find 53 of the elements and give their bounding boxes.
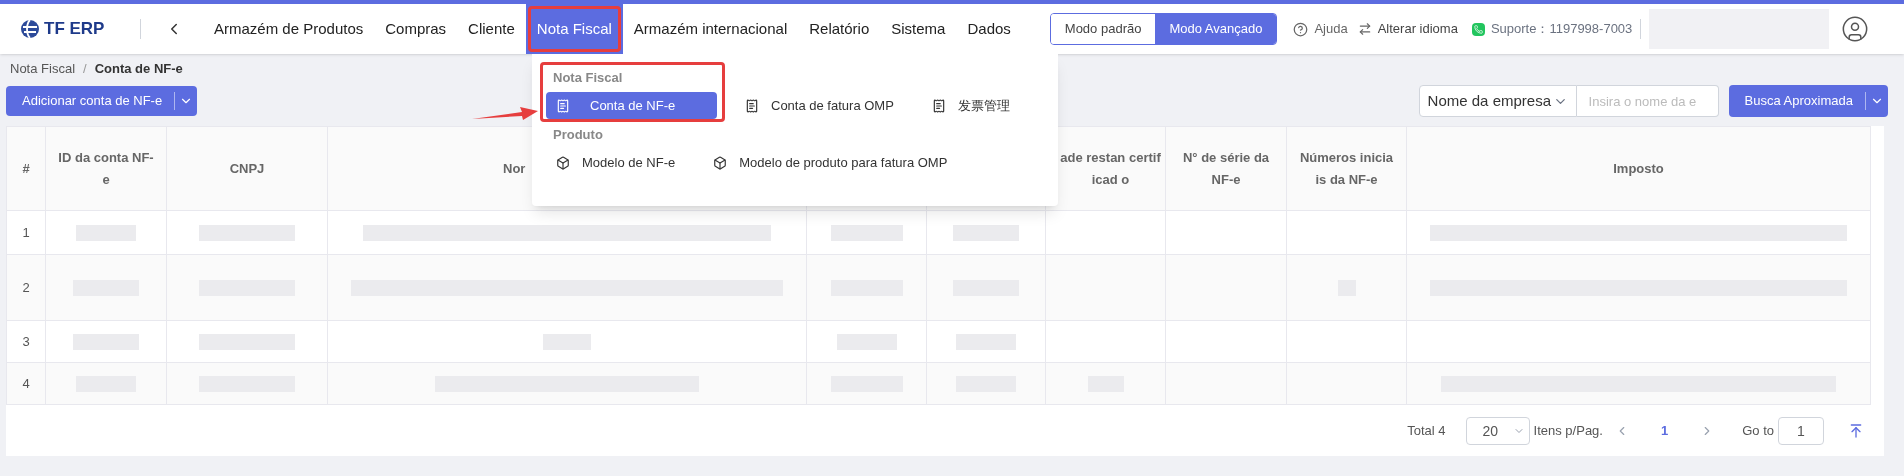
mode-toggle[interactable]: Modo Avançado bbox=[1155, 14, 1277, 44]
nav-tab[interactable]: Sistema bbox=[880, 4, 957, 54]
breadcrumb-separator: / bbox=[83, 60, 87, 79]
nav-tab[interactable]: Dados bbox=[956, 4, 1022, 54]
nav-tab[interactable]: Cliente bbox=[457, 4, 526, 54]
globe-logo-icon bbox=[20, 19, 40, 39]
receipt-icon bbox=[745, 98, 759, 113]
row-number: 2 bbox=[7, 255, 46, 320]
swap-icon bbox=[1357, 22, 1372, 36]
back-to-top-icon[interactable] bbox=[1848, 423, 1864, 439]
avatar-icon[interactable] bbox=[1841, 15, 1870, 43]
column-header: ID da conta NF-e bbox=[46, 127, 167, 210]
nav-tab[interactable]: Compras bbox=[374, 4, 458, 54]
column-header: Números iniciais da NF-e bbox=[1287, 127, 1407, 210]
logo-text: TF ERP bbox=[44, 18, 105, 41]
column-header: N° de série da NF-e bbox=[1166, 127, 1287, 210]
menu-item[interactable]: 发票管理 bbox=[921, 92, 1020, 119]
nav-tab[interactable]: Armazém de Produtos bbox=[203, 4, 375, 54]
language-link[interactable]: Alterar idioma bbox=[1377, 19, 1458, 39]
row-number: 1 bbox=[7, 211, 46, 254]
page-size-select[interactable]: 20 bbox=[1465, 417, 1530, 445]
goto-input[interactable]: 1 bbox=[1778, 417, 1824, 445]
phone-icon bbox=[1471, 22, 1485, 36]
receipt-icon bbox=[931, 98, 946, 113]
box-icon bbox=[556, 155, 570, 170]
box-icon bbox=[713, 155, 728, 170]
breadcrumb-current: Conta de NF-e bbox=[94, 60, 183, 79]
search-input[interactable]: Insira o nome da e bbox=[1576, 85, 1719, 117]
receipt-icon bbox=[556, 98, 570, 113]
goto-label: Go to bbox=[1742, 422, 1774, 441]
menu-item[interactable]: Modelo de NF-e bbox=[546, 149, 686, 176]
column-header: # bbox=[7, 127, 46, 210]
column-header: CNPJ bbox=[167, 127, 328, 210]
add-account-button[interactable]: Adicionar conta de NF-e bbox=[6, 86, 198, 116]
per-page-label: Itens p/Pag. bbox=[1533, 422, 1603, 441]
menu-group-title: Produto bbox=[552, 126, 604, 144]
support-text: Suporte：1197998-7003 bbox=[1490, 20, 1633, 39]
row-number: 3 bbox=[7, 321, 46, 362]
row-number: 4 bbox=[7, 363, 46, 404]
help-icon bbox=[1293, 21, 1309, 37]
nav-tab[interactable]: Relatório bbox=[798, 4, 881, 54]
breadcrumb-link[interactable]: Nota Fiscal bbox=[10, 59, 76, 79]
nav-tab[interactable]: Armazém internacional bbox=[622, 4, 799, 54]
app-logo[interactable]: TF ERP bbox=[0, 16, 140, 42]
menu-group-title: Nota Fiscal bbox=[552, 69, 624, 87]
menu-item[interactable]: Conta de NF-e bbox=[546, 92, 717, 119]
column-header: Imposto bbox=[1407, 127, 1871, 210]
fuzzy-search-button[interactable]: Busca Aproximada bbox=[1728, 85, 1888, 117]
page-number[interactable]: 1 bbox=[1640, 421, 1689, 441]
help-link[interactable]: Ajuda bbox=[1314, 19, 1348, 39]
menu-item[interactable]: Conta de fatura OMP bbox=[735, 92, 904, 119]
search-field-select[interactable]: Nome da empresa bbox=[1418, 85, 1577, 117]
total-count: Total 4 bbox=[1407, 422, 1446, 441]
